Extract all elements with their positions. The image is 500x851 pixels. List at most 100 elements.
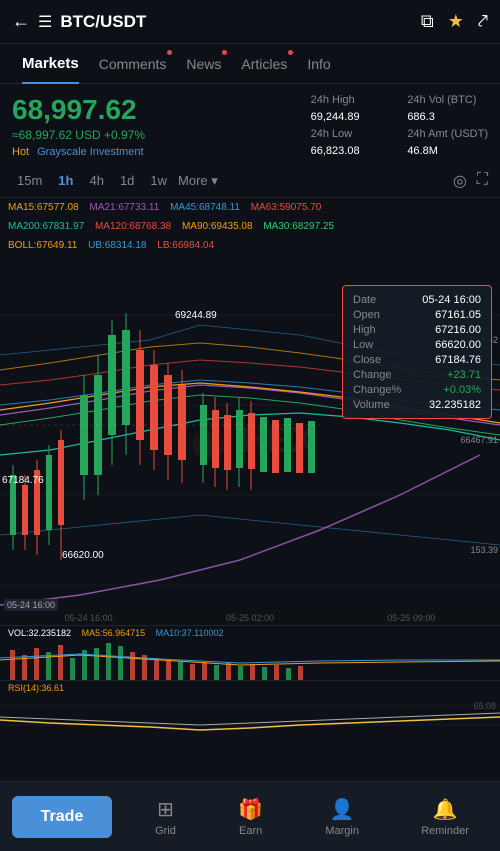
amt-usdt-value: 46.8M — [407, 145, 488, 158]
rsi-label: RSI(14):36.61 — [8, 683, 492, 693]
ohlc-tooltip: Date 05-24 16:00 Open 67161.05 High 6721… — [342, 285, 492, 419]
price-label-right-2: 66467.91 — [460, 435, 498, 445]
boll: BOLL:67649.11 — [8, 240, 77, 251]
price-label-66620: 66620.00 — [62, 550, 104, 561]
star-icon[interactable]: ★ — [448, 11, 464, 32]
rsi-chart — [0, 695, 500, 735]
timeframe-1w[interactable]: 1w — [145, 171, 172, 190]
ma120: MA120:68768.38 — [95, 221, 171, 232]
volume-label: Volume — [353, 399, 390, 411]
bottom-nav: Trade ⊞ Grid 🎁 Earn 👤 Margin 🔔 Reminder — [0, 781, 500, 851]
low-label: 24h Low — [311, 128, 392, 141]
vol-btc-label: 24h Vol (BTC) — [407, 94, 488, 107]
bottom-nav-items: ⊞ Grid 🎁 Earn 👤 Margin 🔔 Reminder — [124, 797, 500, 837]
pair-title: BTC/USDT — [60, 12, 421, 32]
close-value: 67184.76 — [435, 354, 481, 366]
vol-btc-value: 686.3 — [407, 111, 488, 124]
grid-label: Grid — [155, 825, 176, 837]
time-label-3: 05-25 09:00 — [387, 613, 435, 623]
high-label: 24h High — [311, 94, 392, 107]
tag-hot: Hot — [12, 146, 29, 158]
ma-row-3: BOLL:67649.11 UB:68314.18 LB:66984.04 — [0, 236, 500, 255]
ma30: MA30:68297.25 — [263, 221, 334, 232]
header-icons: ⧉ ★ ⤤ — [421, 11, 488, 32]
toolbar-right: ◎ ⛶ — [453, 171, 488, 191]
volume-chart — [0, 640, 500, 680]
nav-reminder[interactable]: 🔔 Reminder — [421, 797, 469, 837]
price-label-right-3: 153.39 — [470, 545, 498, 555]
timeframe-15m[interactable]: 15m — [12, 171, 47, 190]
high-ohlc-value: 67216.00 — [435, 324, 481, 336]
tab-news[interactable]: News — [176, 44, 231, 84]
tag-grayscale: Grayscale Investment — [37, 146, 143, 158]
tab-articles[interactable]: Articles — [231, 44, 297, 84]
ma63: MA63:59075.70 — [251, 202, 322, 213]
ma15: MA15:67577.08 — [8, 202, 79, 213]
high-value: 69,244.89 — [311, 111, 392, 124]
reminder-icon: 🔔 — [433, 797, 458, 822]
time-label-1: 05-24 16:00 — [65, 613, 113, 623]
ma-row-2: MA200:67831.97 MA120:68768.38 MA90:69435… — [0, 217, 500, 236]
change-value: +23.71 — [447, 369, 481, 381]
comments-dot — [167, 50, 172, 55]
low-ohlc-label: Low — [353, 339, 373, 351]
grid-icon: ⊞ — [157, 797, 174, 822]
price-usd: ≈68,997.62 USD +0.97% — [12, 128, 311, 142]
chart-toolbar: 15m 1h 4h 1d 1w More ▾ ◎ ⛶ — [0, 164, 500, 198]
volume-section: VOL:32.235182 MA5:56.964715 MA10:37.1100… — [0, 625, 500, 680]
menu-icon[interactable]: ☰ — [38, 12, 52, 32]
margin-label: Margin — [325, 825, 359, 837]
nav-earn[interactable]: 🎁 Earn — [238, 797, 263, 837]
time-labels: 05-24 16:00 05-25 02:00 05-25 09:00 — [0, 611, 500, 625]
tab-comments[interactable]: Comments — [89, 44, 177, 84]
ma-row-1: MA15:67577.08 MA21:67733.11 MA45:68748.1… — [0, 198, 500, 217]
timeframe-1h[interactable]: 1h — [53, 171, 78, 190]
lb: LB:66984.04 — [157, 240, 214, 251]
amt-usdt-label: 24h Amt (USDT) — [407, 128, 488, 141]
date-label: Date — [353, 294, 376, 306]
ma90: MA90:69435.08 — [182, 221, 253, 232]
news-dot — [222, 50, 227, 55]
margin-icon: 👤 — [330, 797, 355, 822]
earn-label: Earn — [239, 825, 262, 837]
earn-icon: 🎁 — [238, 797, 263, 822]
date-tag: 05-24 16:00 — [4, 599, 58, 611]
tab-markets[interactable]: Markets — [12, 44, 89, 84]
ma200: MA200:67831.97 — [8, 221, 84, 232]
price-left: 68,997.62 ≈68,997.62 USD +0.97% Hot Gray… — [12, 94, 311, 158]
open-value: 67161.05 — [435, 309, 481, 321]
rsi-section: RSI(14):36.61 65.08 — [0, 680, 500, 735]
price-label-67184: 67184.76 — [2, 475, 44, 486]
price-section: 68,997.62 ≈68,997.62 USD +0.97% Hot Gray… — [0, 84, 500, 164]
nav-margin[interactable]: 👤 Margin — [325, 797, 359, 837]
volume-row-labels: VOL:32.235182 MA5:56.964715 MA10:37.1100… — [8, 628, 492, 638]
nav-grid[interactable]: ⊞ Grid — [155, 797, 176, 837]
top-header: ← ☰ BTC/USDT ⧉ ★ ⤤ — [0, 0, 500, 44]
time-label-2: 05-25 02:00 — [226, 613, 274, 623]
ma21: MA21:67733.11 — [89, 202, 159, 213]
tab-info[interactable]: Info — [297, 44, 340, 84]
price-label-69244: 69244.89 — [175, 310, 217, 321]
low-value: 66,823.08 — [311, 145, 392, 158]
trade-button[interactable]: Trade — [12, 796, 112, 838]
back-button[interactable]: ← — [12, 11, 30, 32]
close-label: Close — [353, 354, 381, 366]
nav-tabs: Markets Comments News Articles Info — [0, 44, 500, 84]
chart-area[interactable]: 🔥 HEX — [0, 255, 500, 625]
timeframe-4h[interactable]: 4h — [84, 171, 108, 190]
open-label: Open — [353, 309, 380, 321]
high-ohlc-label: High — [353, 324, 376, 336]
fullscreen-icon[interactable]: ⛶ — [477, 171, 488, 191]
main-price: 68,997.62 — [12, 94, 311, 126]
changepct-value: +0.03% — [443, 384, 481, 396]
copy-icon[interactable]: ⧉ — [421, 11, 434, 32]
change-label: Change — [353, 369, 392, 381]
indicator-icon[interactable]: ◎ — [453, 171, 467, 191]
more-timeframes[interactable]: More ▾ — [178, 173, 218, 189]
reminder-label: Reminder — [421, 825, 469, 837]
share-icon[interactable]: ⤤ — [478, 11, 488, 32]
changepct-label: Change% — [353, 384, 401, 396]
price-stats: 24h High 24h Vol (BTC) 69,244.89 686.3 2… — [311, 94, 488, 158]
hot-tags: Hot Grayscale Investment — [12, 146, 311, 158]
timeframe-1d[interactable]: 1d — [115, 171, 139, 190]
